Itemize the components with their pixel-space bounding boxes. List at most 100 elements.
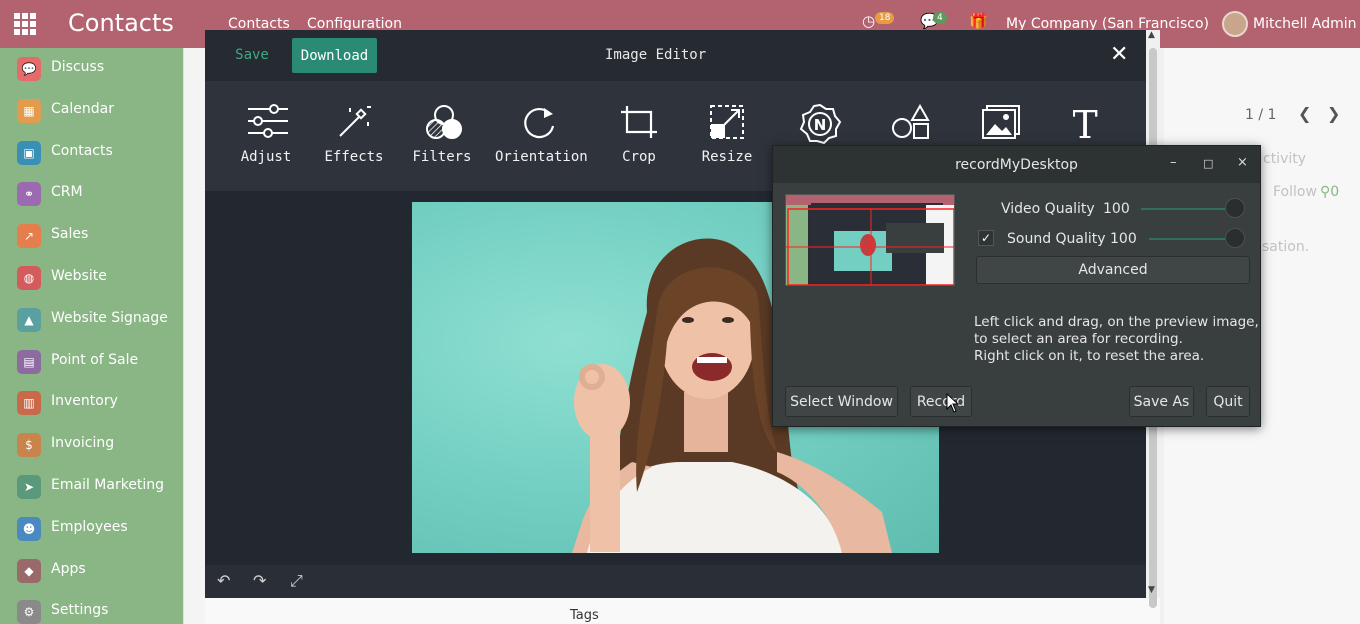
chatter-text: sation. xyxy=(1262,239,1310,255)
filters-icon xyxy=(426,105,462,139)
window-title: recordMyDesktop xyxy=(955,157,1078,173)
video-quality-knob[interactable] xyxy=(1225,198,1245,218)
globe-icon: ◍ xyxy=(17,266,41,290)
maximize-icon[interactable]: □ xyxy=(1203,157,1213,170)
tool-resize[interactable]: Resize xyxy=(682,104,772,174)
select-window-button[interactable]: Select Window xyxy=(785,386,898,417)
redo-icon[interactable]: ↷ xyxy=(253,571,266,590)
sidebar-item-apps[interactable]: ◆ Apps xyxy=(0,550,183,590)
close-icon[interactable]: × xyxy=(1237,155,1248,170)
record-pager: 1 / 1 xyxy=(1245,107,1277,123)
app-brand: Contacts xyxy=(68,9,174,37)
activity-icon[interactable]: ◷ xyxy=(862,12,875,30)
sound-quality-label: Sound Quality xyxy=(1007,231,1106,247)
activity-button[interactable]: ctivity xyxy=(1263,151,1306,167)
tool-label: Effects xyxy=(324,149,384,165)
background-form-bottom: Tags xyxy=(205,598,1160,624)
save-button[interactable]: Save xyxy=(225,39,279,71)
tool-adjust[interactable]: Adjust xyxy=(221,104,311,174)
recordmydesktop-window: recordMyDesktop – □ × Video Quality 100 … xyxy=(772,145,1261,427)
video-quality-value: 100 xyxy=(1103,201,1130,217)
sidebar-item-label: Sales xyxy=(51,226,89,243)
help-line: to select an area for recording. xyxy=(974,331,1183,347)
activity-badge: 18 xyxy=(875,12,895,24)
svg-text:T: T xyxy=(1073,104,1098,142)
sidebar-item-label: Settings xyxy=(51,602,109,619)
sidebar-item-label: Employees xyxy=(51,518,128,535)
download-button[interactable]: Download xyxy=(292,38,377,73)
signage-icon: ▲ xyxy=(17,307,41,332)
followers-count[interactable]: ⚲0 xyxy=(1320,184,1339,200)
save-as-button[interactable]: Save As xyxy=(1129,386,1194,417)
tool-effects[interactable]: Effects xyxy=(309,104,399,174)
image-icon xyxy=(982,105,1020,139)
sidebar-item-label: Email Marketing xyxy=(51,477,165,493)
help-line: Right click on it, to reset the area. xyxy=(974,348,1205,364)
sidebar-item-calendar[interactable]: ▦ Calendar xyxy=(0,90,183,130)
sidebar-item-label: Point of Sale xyxy=(51,351,139,368)
sidebar-item-website[interactable]: ◍ Website xyxy=(0,257,183,297)
sidebar-item-email-marketing[interactable]: ➤ Email Marketing xyxy=(0,466,183,506)
desktop-preview-image[interactable] xyxy=(785,194,955,286)
tool-label: Crop xyxy=(622,149,656,165)
app-sidebar: 💬 Discuss ▦ Calendar ▣ Contacts ⚭ CRM ↗ Sales ◍ Web… xyxy=(0,48,183,624)
tool-filters[interactable]: Filters xyxy=(397,104,487,174)
paper-plane-icon: ➤ xyxy=(17,475,41,499)
sidebar-item-inventory[interactable]: ▥ Inventory xyxy=(0,382,183,422)
avatar[interactable] xyxy=(1222,11,1248,37)
video-quality-label: Video Quality xyxy=(1001,201,1095,217)
sidebar-item-employees[interactable]: ☻ Employees xyxy=(0,508,183,548)
badge-n-icon: N xyxy=(799,104,842,144)
crop-icon xyxy=(621,106,657,138)
apps-grid-icon[interactable] xyxy=(14,13,36,35)
help-line: Left click and drag, on the preview imag… xyxy=(974,314,1259,330)
tool-label: Resize xyxy=(701,149,753,165)
close-icon[interactable]: ✕ xyxy=(1110,42,1128,67)
editor-title: Image Editor xyxy=(605,47,707,63)
undo-icon[interactable]: ↶ xyxy=(217,571,230,590)
box-icon: ▥ xyxy=(17,391,41,416)
quit-button[interactable]: Quit xyxy=(1206,386,1250,417)
sidebar-item-point-of-sale[interactable]: ▤ Point of Sale xyxy=(0,341,183,381)
sidebar-item-contacts[interactable]: ▣ Contacts xyxy=(0,132,183,172)
contact-card-icon: ▣ xyxy=(17,140,41,165)
sidebar-item-label: Website Signage xyxy=(51,309,168,326)
chart-up-icon: ↗ xyxy=(17,224,41,249)
editor-header: Save Download Image Editor ✕ xyxy=(205,30,1146,81)
puzzle-icon: ◆ xyxy=(17,558,41,583)
sliders-icon xyxy=(248,104,288,138)
sidebar-item-website-signage[interactable]: ▲ Website Signage xyxy=(0,299,183,339)
sound-quality-checkbox[interactable]: ✓ xyxy=(978,230,994,246)
sidebar-item-invoicing[interactable]: $ Invoicing xyxy=(0,424,183,464)
scroll-up-icon[interactable]: ▲ xyxy=(1148,30,1155,40)
sidebar-item-crm[interactable]: ⚭ CRM xyxy=(0,173,183,213)
advanced-button[interactable]: Advanced xyxy=(976,256,1250,284)
gear-icon: ⚙ xyxy=(17,600,41,624)
text-icon: T xyxy=(1073,104,1098,142)
user-menu[interactable]: Mitchell Admin xyxy=(1253,16,1357,32)
follow-button[interactable]: Follow xyxy=(1273,184,1317,200)
shapes-icon xyxy=(892,104,930,139)
sidebar-item-discuss[interactable]: 💬 Discuss xyxy=(0,48,183,88)
window-titlebar[interactable]: recordMyDesktop – □ × xyxy=(773,146,1260,183)
record-button[interactable]: Record xyxy=(910,386,972,417)
tool-crop[interactable]: Crop xyxy=(594,104,684,174)
svg-text:N: N xyxy=(814,116,827,134)
tool-orientation[interactable]: Orientation xyxy=(495,104,588,174)
followers-count-value: 0 xyxy=(1330,184,1340,200)
sidebar-item-sales[interactable]: ↗ Sales xyxy=(0,215,183,255)
sidebar-item-label: Calendar xyxy=(51,100,114,117)
messages-badge: 4 xyxy=(933,12,947,24)
sidebar-item-settings[interactable]: ⚙ Settings xyxy=(0,591,183,624)
chat-icon: 💬 xyxy=(17,57,41,81)
sidebar-item-label: CRM xyxy=(51,184,83,201)
scroll-down-icon[interactable]: ▼ xyxy=(1148,585,1155,595)
pager-next-icon[interactable]: ❯ xyxy=(1327,104,1340,123)
minimize-icon[interactable]: – xyxy=(1170,155,1177,170)
fullscreen-icon[interactable]: ⤢ xyxy=(290,571,303,591)
gift-icon[interactable]: 🎁 xyxy=(969,12,988,30)
sound-quality-knob[interactable] xyxy=(1225,228,1245,248)
tool-label: Filters xyxy=(412,149,472,165)
pager-prev-icon[interactable]: ❮ xyxy=(1298,104,1311,123)
help-text: Left click and drag, on the preview imag… xyxy=(974,314,1259,365)
